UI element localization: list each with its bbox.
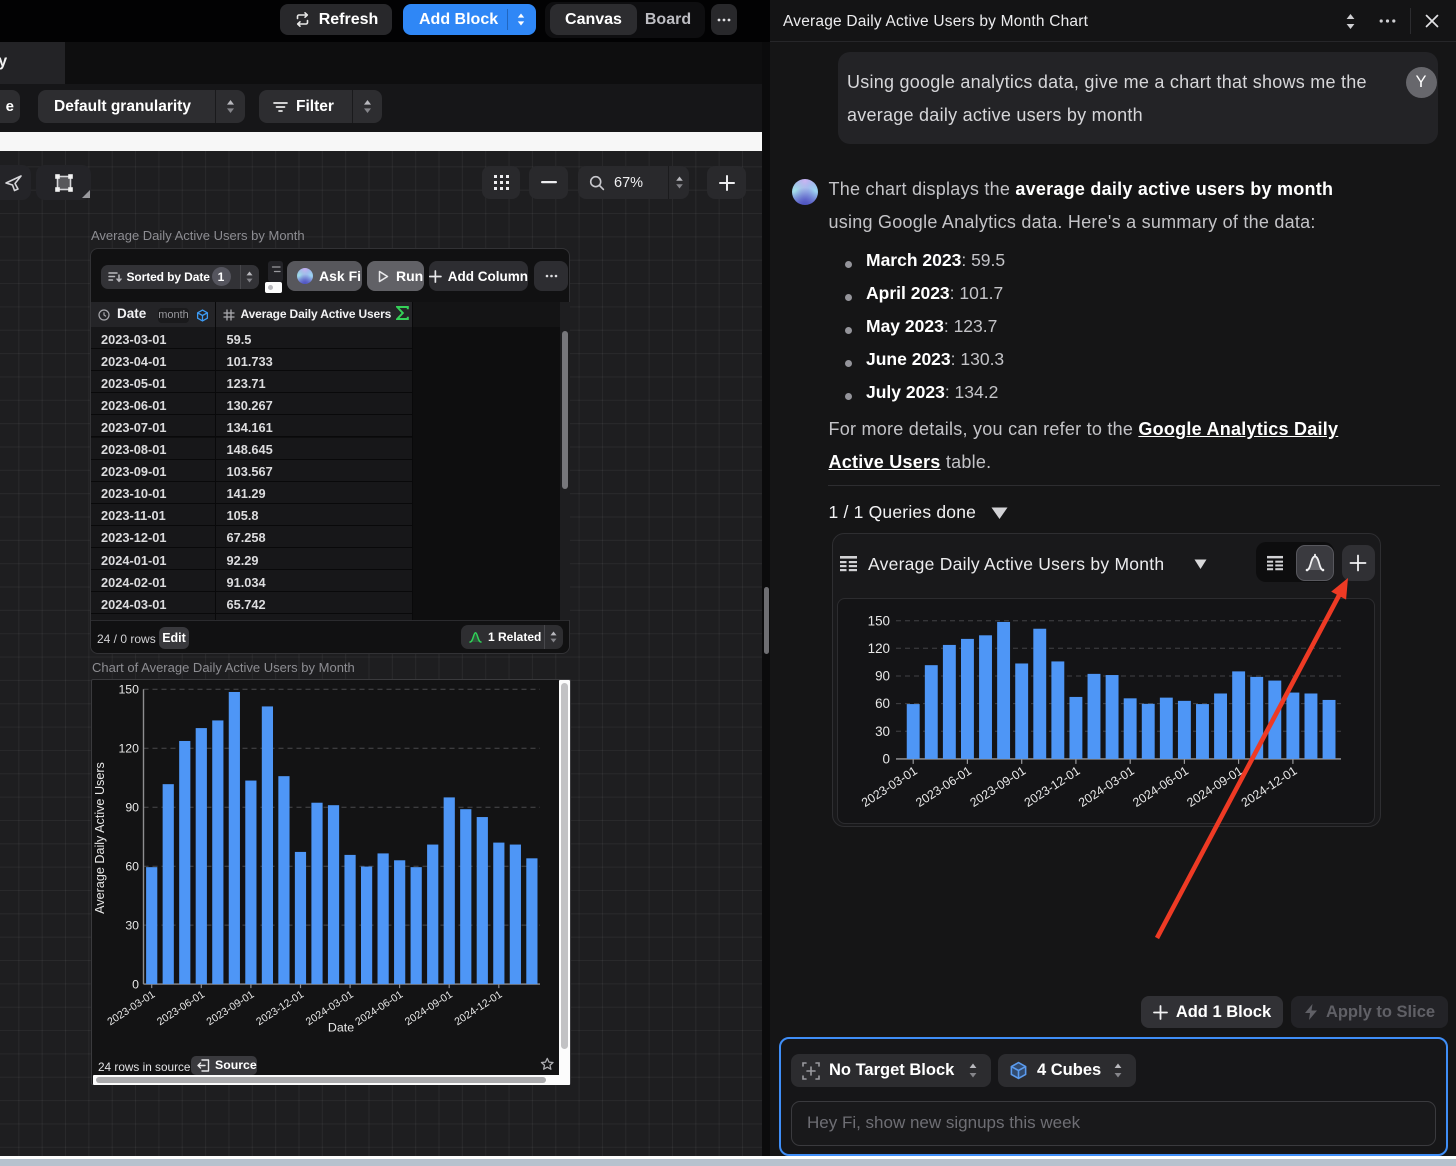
svg-text:2023-03-01: 2023-03-01 xyxy=(859,764,920,810)
svg-text:Average Daily Active Users: Average Daily Active Users xyxy=(93,762,107,914)
svg-text:150: 150 xyxy=(118,683,139,697)
svg-text:2024-06-01: 2024-06-01 xyxy=(1130,764,1191,810)
svg-text:2023-09-01: 2023-09-01 xyxy=(205,989,257,1029)
svg-text:120: 120 xyxy=(118,742,139,756)
svg-text:120: 120 xyxy=(868,641,890,656)
svg-text:150: 150 xyxy=(868,613,890,628)
svg-text:2023-06-01: 2023-06-01 xyxy=(155,989,207,1029)
svg-text:2023-09-01: 2023-09-01 xyxy=(968,764,1029,810)
svg-text:90: 90 xyxy=(875,669,890,684)
svg-text:2023-12-01: 2023-12-01 xyxy=(1022,764,1083,810)
svg-text:Date: Date xyxy=(328,1021,354,1035)
svg-text:0: 0 xyxy=(132,977,139,991)
svg-text:0: 0 xyxy=(883,752,890,767)
svg-text:2024-12-01: 2024-12-01 xyxy=(1239,764,1300,810)
svg-text:60: 60 xyxy=(875,696,890,711)
svg-text:2024-09-01: 2024-09-01 xyxy=(1184,764,1245,810)
svg-text:90: 90 xyxy=(125,800,139,814)
svg-text:30: 30 xyxy=(875,724,890,739)
svg-text:2024-12-01: 2024-12-01 xyxy=(452,989,504,1029)
svg-text:2024-03-01: 2024-03-01 xyxy=(1076,764,1137,810)
svg-text:2023-03-01: 2023-03-01 xyxy=(105,989,157,1029)
svg-text:30: 30 xyxy=(125,918,139,932)
svg-text:60: 60 xyxy=(125,859,139,873)
svg-text:2023-06-01: 2023-06-01 xyxy=(913,764,974,810)
svg-text:2024-09-01: 2024-09-01 xyxy=(403,989,455,1029)
svg-text:2024-06-01: 2024-06-01 xyxy=(353,989,405,1029)
svg-text:2023-12-01: 2023-12-01 xyxy=(254,989,306,1029)
